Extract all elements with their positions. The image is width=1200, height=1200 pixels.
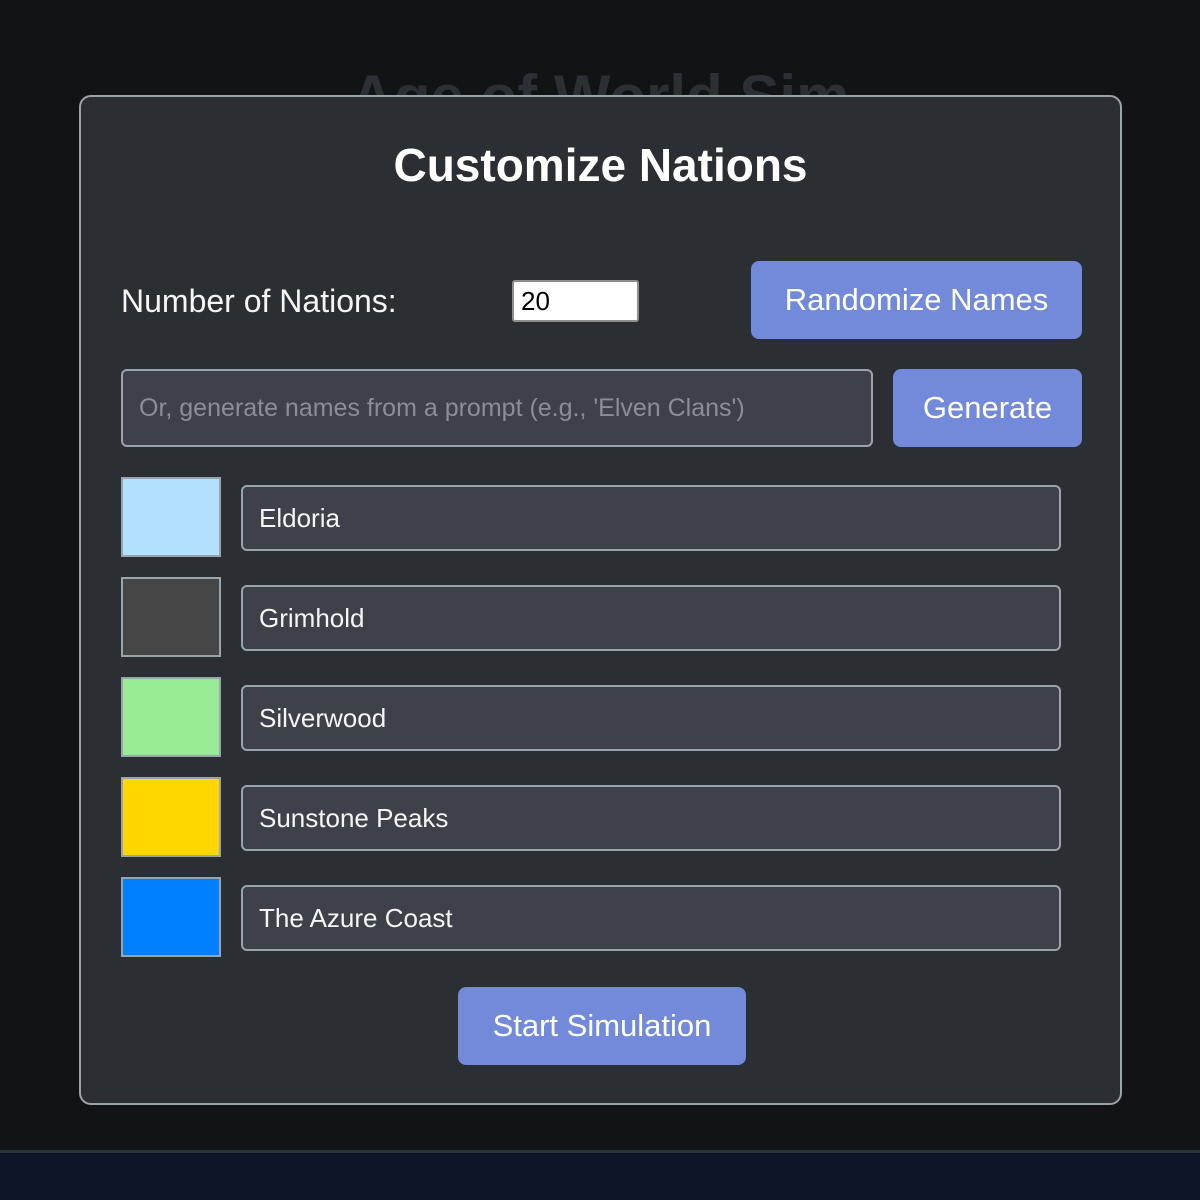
nation-row <box>121 877 1061 957</box>
nation-name-input[interactable] <box>241 685 1061 751</box>
nation-name-input[interactable] <box>241 885 1061 951</box>
start-simulation-button[interactable]: Start Simulation <box>458 987 746 1065</box>
nation-count-label: Number of Nations: <box>121 283 397 319</box>
nation-row <box>121 477 1061 557</box>
bottom-bar <box>0 1150 1200 1200</box>
nation-count-input[interactable] <box>512 280 639 322</box>
nation-name-input[interactable] <box>241 485 1061 551</box>
nation-name-input[interactable] <box>241 785 1061 851</box>
nation-color-swatch[interactable] <box>121 677 221 757</box>
nation-color-swatch[interactable] <box>121 477 221 557</box>
customize-nations-modal: Customize Nations Number of Nations: Ran… <box>79 95 1122 1105</box>
randomize-names-button[interactable]: Randomize Names <box>751 261 1082 339</box>
modal-title: Customize Nations <box>393 139 808 191</box>
nation-color-swatch[interactable] <box>121 577 221 657</box>
nation-color-swatch[interactable] <box>121 777 221 857</box>
name-prompt-input[interactable] <box>121 369 873 447</box>
nation-row <box>121 577 1061 657</box>
nation-row <box>121 777 1061 857</box>
nation-list <box>121 477 1061 977</box>
generate-button[interactable]: Generate <box>893 369 1082 447</box>
nation-color-swatch[interactable] <box>121 877 221 957</box>
nation-row <box>121 677 1061 757</box>
nation-name-input[interactable] <box>241 585 1061 651</box>
